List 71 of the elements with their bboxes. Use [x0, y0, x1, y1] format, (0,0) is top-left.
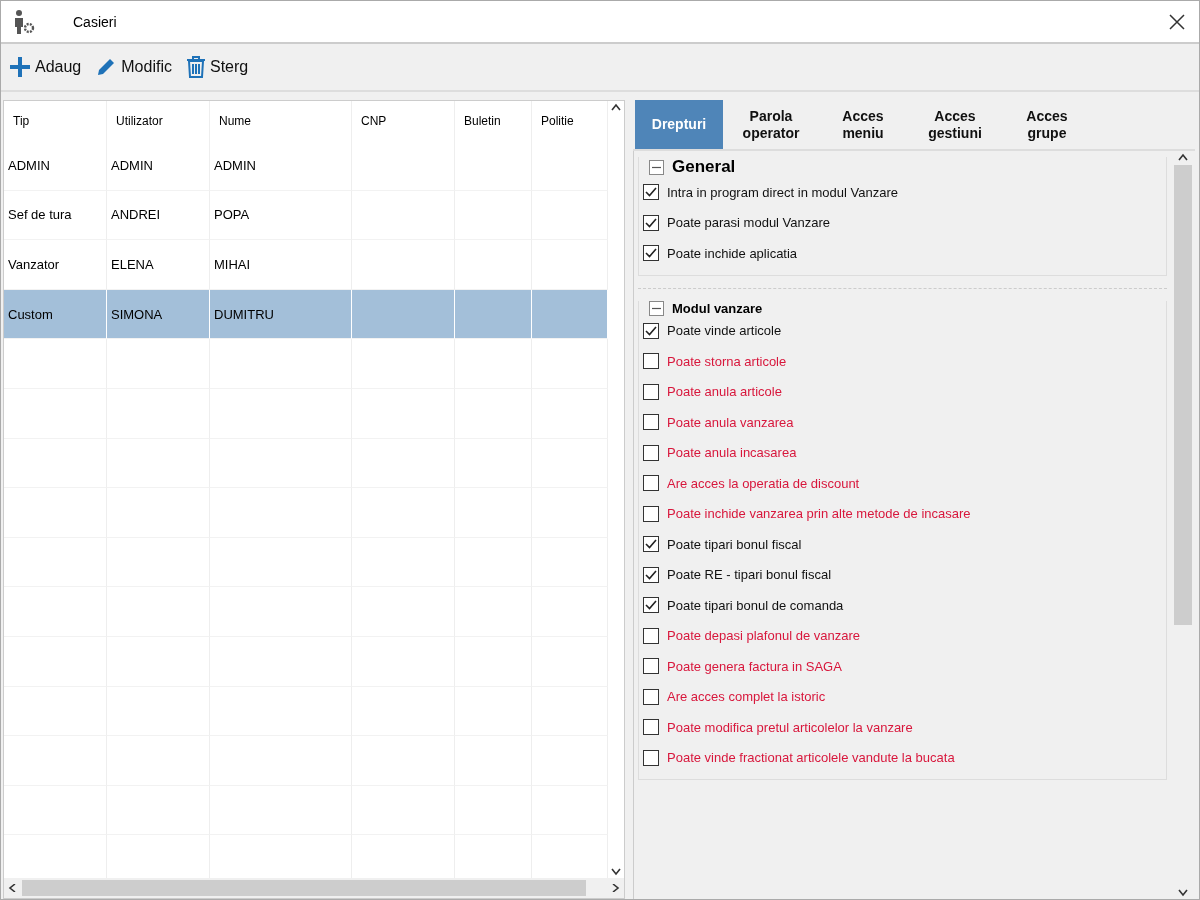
checkbox[interactable]: [643, 414, 659, 431]
plus-icon: [9, 56, 31, 78]
scroll-up-icon[interactable]: [1178, 153, 1188, 161]
table-cell: MIHAI: [210, 240, 352, 290]
tab[interactable]: Acces grupe: [1003, 100, 1091, 149]
checkbox-label[interactable]: Are acces la operatia de discount: [667, 475, 860, 491]
table-cell: Custom: [4, 289, 107, 340]
checkbox-label[interactable]: Poate tipari bonul fiscal: [667, 536, 802, 552]
checkbox-label[interactable]: Poate inchide vanzarea prin alte metode de incasare: [667, 506, 971, 522]
scrollbar-thumb[interactable]: [22, 880, 586, 896]
window-title: Casieri: [73, 13, 118, 30]
checkbox-label[interactable]: Poate RE - tipari bonul fiscal: [667, 567, 832, 583]
checkbox[interactable]: [643, 214, 659, 231]
checkbox-label[interactable]: Poate storna articole: [667, 353, 787, 369]
toolbar-button[interactable]: Adaug: [7, 54, 84, 80]
checkbox-label[interactable]: Poate inchide aplicatia: [667, 245, 798, 261]
checkbox[interactable]: [643, 597, 659, 614]
tab[interactable]: Parola operator: [727, 100, 815, 149]
tab[interactable]: Acces meniu: [819, 100, 907, 149]
checkbox[interactable]: [643, 383, 659, 400]
scroll-down-icon[interactable]: [611, 868, 621, 876]
table-cell: ADMIN: [210, 141, 352, 191]
section-title: Modul vanzare: [672, 300, 763, 316]
table-cell: POPA: [210, 190, 352, 241]
checkbox-label[interactable]: Poate anula vanzarea: [667, 414, 794, 430]
table-cell: SIMONA: [107, 289, 210, 340]
checkbox-label[interactable]: Poate vinde articole: [667, 323, 782, 339]
checkbox[interactable]: [643, 627, 659, 644]
checkbox[interactable]: [643, 475, 659, 492]
checkbox[interactable]: [643, 444, 659, 461]
tab[interactable]: Drepturi: [635, 100, 723, 149]
checkbox-label[interactable]: Poate parasi modul Vanzare: [667, 215, 831, 231]
checkbox[interactable]: [643, 322, 659, 339]
checkbox[interactable]: [643, 719, 659, 736]
collapse-toggle[interactable]: [649, 159, 664, 175]
checkbox[interactable]: [643, 566, 659, 583]
scrollbar-thumb[interactable]: [1174, 165, 1192, 625]
checkbox[interactable]: [643, 688, 659, 705]
checkbox-label[interactable]: Are acces complet la istoric: [667, 689, 826, 705]
scroll-left-icon[interactable]: [8, 884, 18, 892]
checkbox-label[interactable]: Poate depasi plafonul de vanzare: [667, 628, 860, 644]
table-cell: ADMIN: [107, 141, 210, 191]
checkbox-label[interactable]: Intra in program direct in modul Vanzare: [667, 184, 898, 200]
table-cell: DUMITRU: [210, 289, 352, 340]
collapse-toggle[interactable]: [649, 300, 664, 316]
scroll-down-icon[interactable]: [1178, 889, 1188, 897]
checkbox-label[interactable]: Poate tipari bonul de comanda: [667, 597, 844, 613]
checkbox-label[interactable]: Poate vinde fractionat articolele vandute la bucata: [667, 750, 955, 766]
table-cell: Sef de tura: [4, 190, 107, 241]
trash-icon: [185, 56, 206, 78]
checkbox-label[interactable]: Poate anula incasarea: [667, 445, 797, 461]
checkbox[interactable]: [643, 245, 659, 262]
checkbox-label[interactable]: Poate modifica pretul articolelor la vanzare: [667, 719, 913, 735]
toolbar-button[interactable]: Modific: [93, 54, 174, 80]
checkbox[interactable]: [643, 658, 659, 675]
checkbox-label[interactable]: Poate anula articole: [667, 384, 782, 400]
table-cell: Vanzator: [4, 240, 107, 290]
checkbox[interactable]: [643, 536, 659, 553]
checkbox[interactable]: [643, 353, 659, 370]
checkbox[interactable]: [643, 749, 659, 766]
table-cell: ANDREI: [107, 190, 210, 241]
toolbar-button[interactable]: Sterg: [183, 54, 251, 80]
checkbox[interactable]: [643, 505, 659, 522]
table-cell: ADMIN: [4, 141, 107, 191]
checkbox[interactable]: [643, 184, 659, 201]
tab[interactable]: Acces gestiuni: [911, 100, 999, 149]
section-title: General: [672, 157, 736, 177]
checkbox-label[interactable]: Poate genera factura in SAGA: [667, 658, 842, 674]
scroll-up-icon[interactable]: [611, 103, 621, 111]
scroll-right-icon[interactable]: [610, 884, 620, 892]
table-cell: ELENA: [107, 240, 210, 290]
